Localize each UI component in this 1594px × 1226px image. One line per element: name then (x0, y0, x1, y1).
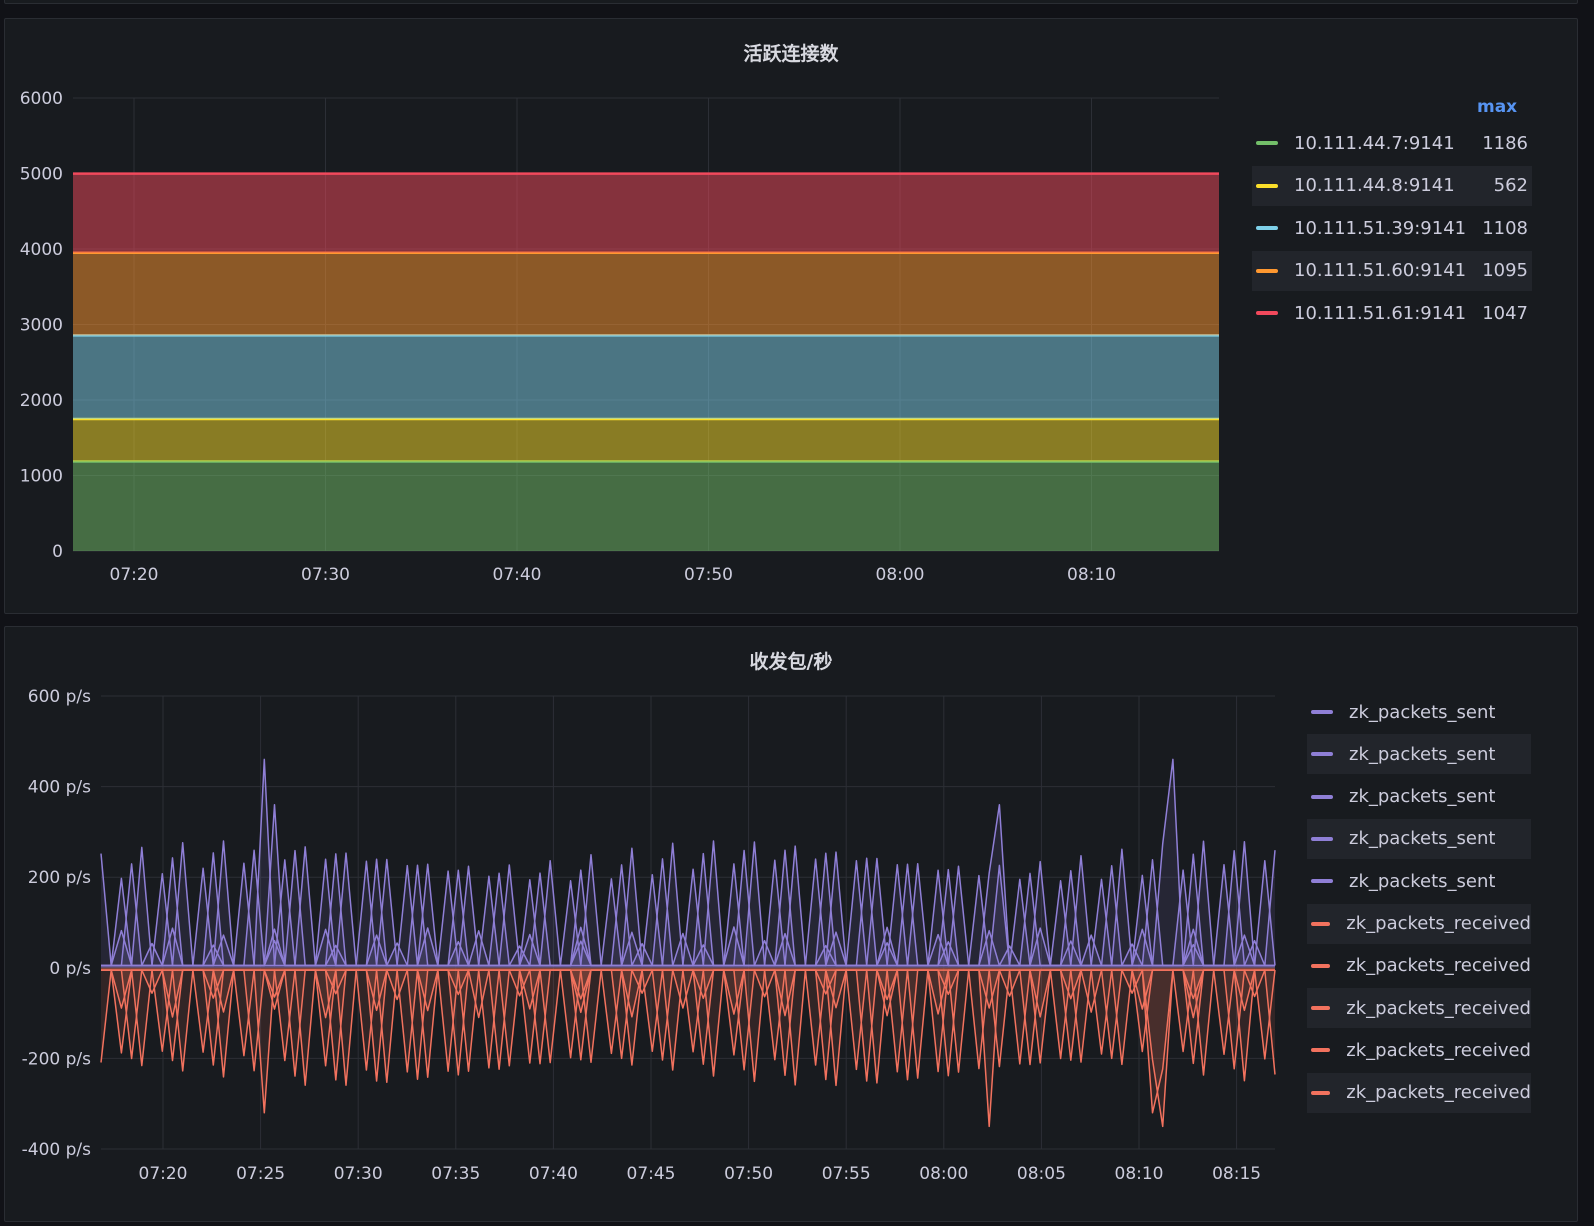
legend-label: zk_packets_sent (1349, 786, 1496, 808)
legend-label: zk_packets_sent (1349, 701, 1496, 723)
legend-max-value: 1108 (1482, 217, 1528, 239)
legend-swatch (1311, 879, 1333, 884)
legend-swatch (1311, 1006, 1331, 1011)
legend-swatch (1311, 963, 1331, 968)
x-tick-label: 07:45 (627, 1164, 676, 1184)
x-tick-label: 07:20 (110, 565, 159, 585)
legend-label: zk_packets_sent (1349, 870, 1496, 892)
x-tick-label: 07:50 (724, 1164, 773, 1184)
x-tick-label: 08:00 (876, 565, 925, 585)
y-tick-label: 6000 (20, 89, 63, 109)
legend-swatch (1256, 311, 1278, 315)
legend-swatch (1256, 183, 1278, 188)
x-tick-label: 08:00 (919, 1164, 968, 1184)
legend-item[interactable]: zk_packets_sent (1307, 818, 1531, 859)
legend-swatch (1311, 1048, 1331, 1053)
legend-max-value: 1047 (1482, 302, 1528, 324)
legend-label: zk_packets_received (1346, 913, 1531, 934)
legend-item[interactable]: zk_packets_sent (1307, 734, 1531, 775)
active-connections-panel: 活跃连接数 0 1000 2000 3000 4000 5000 6000 07:20 07:3… (4, 18, 1578, 614)
legend-item[interactable]: zk_packets_received (1307, 1030, 1531, 1070)
y-tick-label: 200 p/s (28, 868, 91, 888)
packets-per-second-panel: 收发包/秒 -400 p/s -200 p/s 0 p/s 200 p/s 400 p/… (4, 626, 1578, 1222)
legend-label: 10.111.44.8:9141 (1294, 175, 1455, 196)
legend-label: zk_packets_received (1346, 1039, 1531, 1061)
previous-panel-edge (4, 0, 1578, 4)
y-tick-label: 4000 (20, 240, 63, 260)
legend-swatch (1311, 710, 1333, 714)
legend-swatch (1256, 141, 1278, 145)
legend-max-value: 1186 (1482, 132, 1528, 154)
legend-label: zk_packets_sent (1349, 743, 1496, 765)
area-band (73, 461, 1219, 551)
x-tick-label: 08:15 (1212, 1164, 1261, 1184)
x-tick-label: 07:40 (529, 1164, 578, 1184)
legend-max-value: 1095 (1482, 260, 1528, 281)
legend-swatch (1311, 836, 1333, 841)
legend-item[interactable]: 10.111.51.61:9141 1047 (1252, 293, 1532, 333)
legend-label: 10.111.51.39:9141 (1294, 217, 1467, 239)
x-tick-label: 08:10 (1067, 565, 1116, 585)
legend-item[interactable]: zk_packets_sent (1307, 692, 1531, 732)
area-band (73, 173, 1219, 253)
y-tick-label: 0 (52, 542, 63, 562)
legend-item[interactable]: 10.111.44.7:9141 1186 (1252, 123, 1532, 163)
x-tick-label: 07:30 (301, 565, 350, 585)
legend-item[interactable]: 10.111.51.60:9141 1095 (1252, 250, 1532, 291)
legend-swatch (1311, 921, 1331, 926)
legend-label: 10.111.44.7:9141 (1294, 132, 1455, 154)
y-tick-label: 0 p/s (49, 959, 91, 979)
x-tick-label: 08:10 (1115, 1164, 1164, 1184)
x-tick-label: 07:35 (431, 1164, 480, 1184)
legend-item[interactable]: 10.111.51.39:9141 1108 (1252, 208, 1532, 248)
legend-swatch (1256, 226, 1278, 230)
area-band (73, 335, 1219, 420)
y-tick-label: 1000 (20, 467, 63, 487)
x-tick-label: 07:25 (236, 1164, 285, 1184)
x-tick-label: 07:40 (493, 565, 542, 585)
legend-label: zk_packets_sent (1349, 828, 1496, 850)
legend-max-header[interactable]: max (1477, 97, 1517, 117)
y-tick-label: 3000 (20, 316, 63, 336)
legend-item[interactable]: zk_packets_sent (1307, 861, 1531, 901)
legend-swatch (1311, 794, 1333, 799)
y-tick-label: 2000 (20, 391, 63, 411)
legend-label: zk_packets_received (1346, 997, 1531, 1019)
area-band (73, 419, 1219, 462)
x-tick-label: 07:55 (822, 1164, 871, 1184)
legend-swatch (1311, 752, 1333, 757)
y-tick-label: 400 p/s (28, 778, 91, 798)
area-band (73, 252, 1219, 336)
y-tick-label: -200 p/s (22, 1049, 92, 1069)
legend-item[interactable]: zk_packets_received (1307, 946, 1531, 986)
x-tick-label: 07:50 (684, 565, 733, 585)
x-tick-label: 07:20 (139, 1164, 188, 1184)
legend-max-value: 562 (1493, 175, 1528, 196)
x-tick-label: 07:30 (334, 1164, 383, 1184)
legend-swatch (1256, 268, 1278, 273)
legend-label: 10.111.51.61:9141 (1294, 302, 1467, 324)
y-tick-label: -400 p/s (22, 1140, 92, 1160)
legend-item[interactable]: zk_packets_received (1307, 988, 1531, 1029)
y-tick-label: 5000 (20, 165, 63, 185)
legend-label: zk_packets_received (1346, 955, 1531, 977)
legend-label: zk_packets_received (1346, 1082, 1531, 1104)
legend-item[interactable]: 10.111.44.8:9141 562 (1252, 165, 1532, 206)
x-tick-label: 08:05 (1017, 1164, 1066, 1184)
legend-item[interactable]: zk_packets_received (1307, 1072, 1531, 1113)
y-tick-label: 600 p/s (28, 687, 91, 707)
legend-item[interactable]: zk_packets_received (1307, 903, 1531, 944)
legend-swatch (1311, 1090, 1331, 1095)
legend-label: 10.111.51.60:9141 (1294, 260, 1467, 281)
legend-item[interactable]: zk_packets_sent (1307, 777, 1531, 817)
